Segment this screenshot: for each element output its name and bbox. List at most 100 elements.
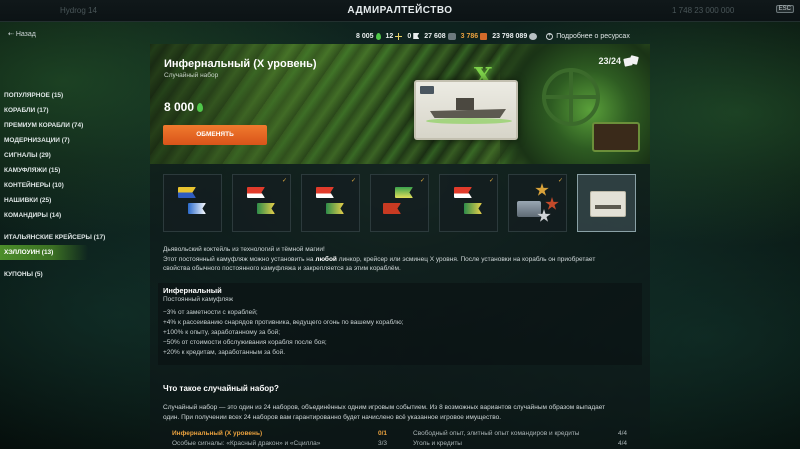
sidebar-item-ships[interactable]: КОРАБЛИ (17) xyxy=(0,103,92,118)
effects-list: −3% от заметности с кораблей; +4% к расс… xyxy=(163,308,404,358)
table-cell: Свободный опыт, элитный опыт командиров … xyxy=(413,430,580,437)
flag-icon xyxy=(257,203,275,214)
flags: 0 xyxy=(407,32,420,40)
description-line: Этот постоянный камуфляж можно установит… xyxy=(163,255,596,263)
faq-title: Что такое случайный набор? xyxy=(163,384,279,393)
bundle-banner: X Инфернальный (X уровень) Случайный наб… xyxy=(150,44,650,164)
flag-icon xyxy=(188,203,206,214)
star-icon xyxy=(545,197,559,210)
bundle-items: ✓ ✓ ✓ ✓ ✓ xyxy=(163,174,637,232)
flags-value: 0 xyxy=(407,32,412,40)
sidebar-item-camouflages[interactable]: КАМУФЛЯЖИ (15) xyxy=(0,163,92,178)
sidebar-item-containers[interactable]: КОНТЕЙНЕРЫ (10) xyxy=(0,178,92,193)
bundle-description: Дьявольский коктейль из технологий и тём… xyxy=(163,245,637,274)
table-row: Инфернальный (X уровень) 0/1 Свободный о… xyxy=(170,429,630,439)
more-resources-link[interactable]: + Подробнее о ресурсах xyxy=(546,32,630,40)
sidebar-item-coupons[interactable]: КУПОНЫ (5) xyxy=(0,267,92,282)
plus-icon: + xyxy=(546,32,554,40)
sidebar-item-halloween[interactable]: ХЭЛЛОУИН (13) xyxy=(0,245,88,260)
sidebar-item-signals[interactable]: СИГНАЛЫ (29) xyxy=(0,148,92,163)
sidebar-item-italian-cruisers[interactable]: ИТАЛЬЯНСКИЕ КРЕЙСЕРЫ (17) xyxy=(0,230,105,245)
flag-icon xyxy=(178,187,196,198)
table-cell: 3/3 xyxy=(378,440,388,447)
back-arrow-icon: ⇠ xyxy=(8,31,16,38)
item-slot-7[interactable] xyxy=(577,174,636,232)
check-icon: ✓ xyxy=(557,178,563,184)
bundle-subtitle: Случайный набор xyxy=(164,72,219,79)
credits: 23 798 089 xyxy=(492,32,538,40)
flag-icon xyxy=(316,187,334,198)
table-cell: Особые сигналы: «Красный дракон» и «Сцил… xyxy=(172,440,321,447)
item-slot-1[interactable] xyxy=(163,174,222,232)
item-slot-4[interactable]: ✓ xyxy=(370,174,429,232)
steel: 3 786 xyxy=(460,32,488,40)
sidebar-item-patches[interactable]: НАШИВКИ (25) xyxy=(0,193,92,208)
effects-title: Инфернальный xyxy=(163,286,222,295)
camouflage-card xyxy=(414,80,518,140)
category-sidebar: ПОПУЛЯРНОЕ (15) КОРАБЛИ (17) ПРЕМИУМ КОР… xyxy=(0,88,105,282)
table-cell: 4/4 xyxy=(618,440,628,447)
sidebar-item-upgrades[interactable]: МОДЕРНИЗАЦИИ (7) xyxy=(0,133,92,148)
more-resources-label: Подробнее о ресурсах xyxy=(556,32,630,40)
description-line: свойства обычного постоянного камуфляжа … xyxy=(163,265,401,272)
table-row: Особые сигналы: «Красный дракон» и «Сцил… xyxy=(170,439,630,449)
effect-item: +20% к кредитам, заработанным за бой. xyxy=(163,349,286,356)
nation-tag-icon xyxy=(420,86,434,94)
flag-icon xyxy=(464,203,482,214)
effect-item: +4% к рассеиванию снарядов противника, в… xyxy=(163,319,404,326)
check-icon: ✓ xyxy=(281,178,287,184)
effects-subtitle: Постоянный камуфляж xyxy=(163,296,234,303)
price-value: 8 000 xyxy=(164,100,195,114)
bundle-contents-table: Инфернальный (X уровень) 0/1 Свободный о… xyxy=(170,429,630,449)
check-icon: ✓ xyxy=(419,178,425,184)
flag-icon xyxy=(454,187,472,198)
currency-bar: 8 005 12 0 27 608 3 786 23 798 089 + Подр… xyxy=(356,30,630,42)
flag-icon xyxy=(383,203,401,214)
coal: 27 608 xyxy=(424,32,456,40)
doubloons: 8 005 xyxy=(356,32,381,40)
check-icon: ✓ xyxy=(488,178,494,184)
counter-value: 23/24 xyxy=(598,56,621,66)
dice-icon xyxy=(624,56,638,66)
coal-value: 27 608 xyxy=(424,32,446,40)
signals: 12 xyxy=(386,32,403,40)
table-cell: 0/1 xyxy=(378,430,388,437)
doubloon-icon xyxy=(375,32,381,40)
bundle-counter: 23/24 xyxy=(598,56,638,66)
camouflage-card-icon xyxy=(590,191,626,217)
table-cell: 4/4 xyxy=(618,430,628,437)
item-slot-5[interactable]: ✓ xyxy=(439,174,498,232)
effect-item: −3% от заметности с кораблей; xyxy=(163,309,258,316)
bundle-price: 8 000 xyxy=(164,100,204,114)
table-cell: Уголь и кредиты xyxy=(413,440,462,447)
description-line: Дьявольский коктейль из технологий и тём… xyxy=(163,246,325,253)
ghost-resources: 1 748 23 000 000 xyxy=(672,6,735,15)
esc-button[interactable]: ESC xyxy=(775,5,794,13)
signal-icon xyxy=(395,32,403,40)
effect-item: +100% к опыту, заработанному за бой; xyxy=(163,329,281,336)
ship-wheel-icon xyxy=(542,68,600,126)
container-icon xyxy=(517,201,541,217)
doubloon-icon xyxy=(197,102,204,112)
back-label: Назад xyxy=(15,31,36,38)
exchange-button[interactable]: ОБМЕНЯТЬ xyxy=(163,125,267,145)
sidebar-item-popular[interactable]: ПОПУЛЯРНОЕ (15) xyxy=(0,88,92,103)
steel-value: 3 786 xyxy=(460,32,479,40)
item-slot-3[interactable]: ✓ xyxy=(301,174,360,232)
effect-item: −50% от стоимости обслуживания корабля п… xyxy=(163,339,327,346)
check-icon: ✓ xyxy=(350,178,356,184)
effects-box: Инфернальный Постоянный камуфляж −3% от … xyxy=(158,283,642,365)
bundle-title: Инфернальный (X уровень) xyxy=(164,58,317,70)
sidebar-item-premium-ships[interactable]: ПРЕМИУМ КОРАБЛИ (74) xyxy=(0,118,92,133)
star-icon xyxy=(535,183,549,196)
item-slot-6[interactable]: ✓ xyxy=(508,174,567,232)
item-slot-2[interactable]: ✓ xyxy=(232,174,291,232)
back-button[interactable]: ⇠ Назад xyxy=(8,30,36,38)
flag-icon xyxy=(247,187,265,198)
flag-icon xyxy=(413,33,420,39)
credits-icon xyxy=(529,32,538,40)
sidebar-item-commanders[interactable]: КОМАНДИРЫ (14) xyxy=(0,208,92,223)
flag-icon xyxy=(395,187,413,198)
faq-text: Случайный набор — это один из 24 наборов… xyxy=(163,404,606,421)
table-cell: Инфернальный (X уровень) xyxy=(172,430,263,437)
